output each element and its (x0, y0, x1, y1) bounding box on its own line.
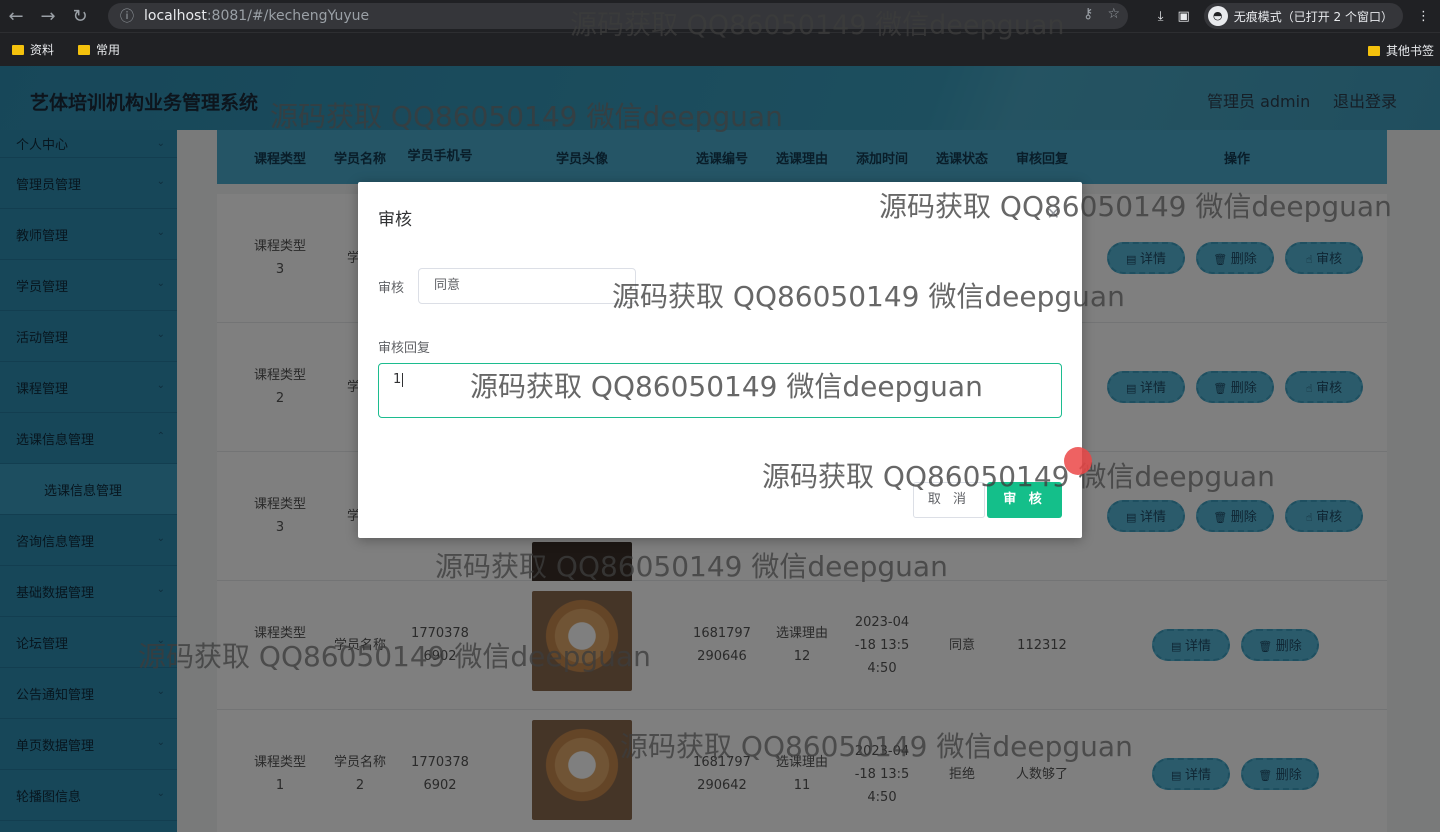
reply-label: 审核回复 (378, 341, 431, 356)
watermark: 源码获取 QQ86050149 微信deepguan (470, 370, 983, 403)
reply-text: 1 (393, 372, 402, 387)
dialog-title: 审核 (378, 210, 412, 230)
other-bookmarks[interactable]: 其他书签 (1367, 42, 1434, 59)
incognito-icon: ◓ (1207, 6, 1228, 26)
url-host: localhost (144, 8, 207, 24)
watermark: 源码获取 QQ86050149 微信deepguan (620, 730, 1133, 763)
audit-select[interactable]: 同意 (418, 268, 636, 304)
folder-icon (78, 44, 91, 55)
bookmark-label: 资料 (30, 43, 55, 57)
sidepanel-icon[interactable]: ▣ (1177, 9, 1189, 24)
incognito-label: 无痕模式（已打开 2 个窗口） (1233, 9, 1393, 24)
info-icon: ⓘ (120, 9, 134, 25)
watermark: 源码获取 QQ86050149 微信deepguan (435, 550, 948, 583)
watermark: 源码获取 QQ86050149 微信deepguan (879, 190, 1392, 223)
forward-icon[interactable]: → (32, 6, 64, 27)
watermark: 源码获取 QQ86050149 微信deepguan (270, 100, 783, 133)
bookmark-label: 其他书签 (1385, 44, 1434, 58)
key-icon[interactable]: ⚷ (1083, 6, 1093, 22)
watermark: 源码获取 QQ86050149 微信deepguan (138, 640, 651, 673)
bookmark-folder[interactable]: 常用 (78, 41, 120, 58)
menu-icon[interactable]: ⋮ (1417, 9, 1430, 24)
folder-icon (1367, 45, 1380, 56)
watermark: 源码获取 QQ86050149 微信deepguan (762, 460, 1275, 493)
audit-label: 审核 (378, 281, 405, 296)
back-icon[interactable]: ← (0, 6, 32, 27)
bookmark-label: 常用 (96, 43, 121, 57)
reload-icon[interactable]: ↻ (64, 6, 96, 27)
url-path: :8081/#/kechengYuyue (206, 8, 370, 24)
watermark: 源码获取 QQ86050149 微信deepguan (612, 280, 1125, 313)
incognito-badge[interactable]: ◓ 无痕模式（已打开 2 个窗口） (1203, 3, 1403, 29)
text-caret (402, 372, 404, 387)
cursor-highlight (1064, 447, 1092, 475)
folder-icon (12, 44, 24, 55)
bookmark-folder[interactable]: 资料 (12, 41, 54, 58)
watermark: 源码获取 QQ86050149 微信deepguan (570, 10, 1065, 41)
download-icon[interactable]: ⤓ (1158, 9, 1164, 24)
star-icon[interactable]: ☆ (1107, 6, 1120, 22)
